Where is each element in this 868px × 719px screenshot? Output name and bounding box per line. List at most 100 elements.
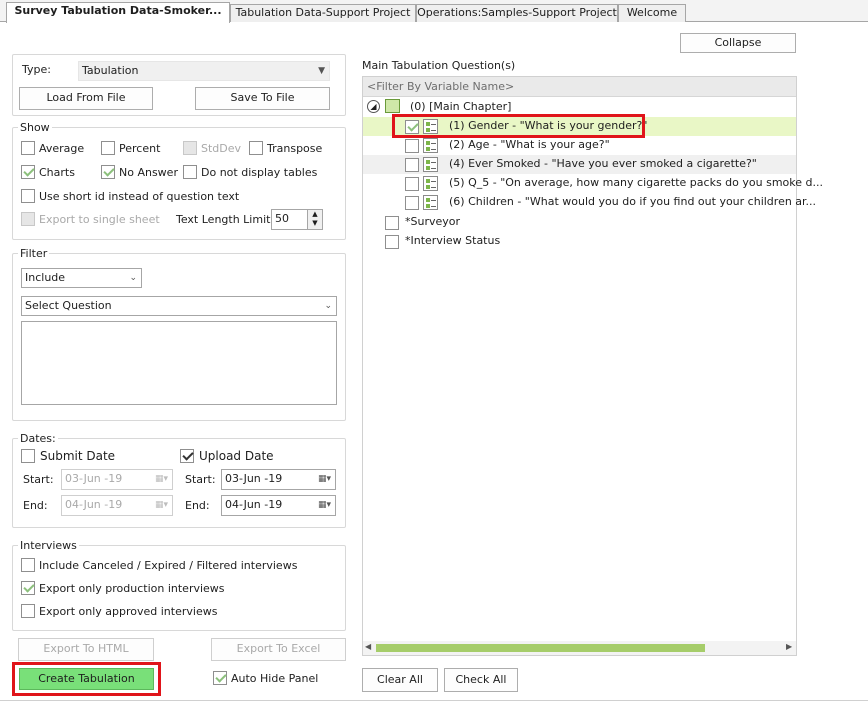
scroll-left-icon[interactable]: ◀ [365,642,371,651]
tree-row-q4[interactable]: (4) Ever Smoked - "Have you ever smoked … [363,155,796,174]
submit-end-value: 04-Jun -19 [65,498,123,511]
type-select[interactable]: Tabulation ▼ [78,61,330,81]
tab-label: Tabulation Data-Support Project [235,6,411,19]
q6-checkbox[interactable] [405,196,419,210]
interview-status-checkbox[interactable] [385,235,399,249]
filter-by-variable-input[interactable]: <Filter By Variable Name> [363,77,796,97]
type-value: Tabulation [82,64,139,77]
auto-hide-panel-checkbox[interactable] [213,671,227,685]
chevron-down-icon: ▼ [318,66,325,76]
average-label: Average [39,142,85,155]
scrollbar-thumb[interactable] [376,644,705,652]
q2-checkbox[interactable] [405,139,419,153]
upload-end-label: End: [185,499,210,512]
export-approved-checkbox[interactable] [21,604,35,618]
horizontal-scrollbar[interactable]: ◀ ▶ [363,641,796,655]
tab-survey-tabulation[interactable]: Survey Tabulation Data-Smoker... [6,2,230,23]
calendar-icon: ▦▾ [154,474,168,484]
upload-start-label: Start: [185,473,216,486]
upload-end-value: 04-Jun -19 [225,498,283,511]
no-answer-label: No Answer [119,166,178,179]
submit-start-value: 03-Jun -19 [65,472,123,485]
tree-row-interview-status[interactable]: *Interview Status [363,232,796,251]
interview-status-label: *Interview Status [405,234,501,247]
question-tree-panel: <Filter By Variable Name> ◢ (0) [Main Ch… [362,76,823,656]
stepper-up-icon[interactable]: ▲ [308,210,322,219]
tab-label: Welcome [626,6,678,19]
create-tabulation-button[interactable]: Create Tabulation [19,668,154,690]
transpose-checkbox[interactable] [249,141,263,155]
q5-checkbox[interactable] [405,177,419,191]
bottom-divider [0,700,868,701]
submit-start-date-picker[interactable]: 03-Jun -19 ▦▾ [61,469,173,490]
filter-mode-select[interactable]: Include ⌄ [21,268,142,288]
calendar-icon: ▦▾ [154,500,168,510]
auto-hide-panel-label: Auto Hide Panel [231,672,319,685]
text-length-stepper[interactable]: ▲ ▼ [307,209,323,230]
do-not-display-tables-checkbox[interactable] [183,165,197,179]
load-from-file-button[interactable]: Load From File [19,87,153,110]
interviews-group-title: Interviews [18,539,79,552]
export-single-sheet-checkbox[interactable] [21,212,35,226]
transpose-label: Transpose [267,142,323,155]
surveyor-checkbox[interactable] [385,216,399,230]
question-icon [423,157,438,172]
q4-checkbox[interactable] [405,158,419,172]
percent-checkbox[interactable] [101,141,115,155]
tab-operations-samples[interactable]: Operations:Samples-Support Project [416,4,618,22]
tab-welcome[interactable]: Welcome [618,4,686,22]
q6-label: (6) Children - "What would you do if you… [449,195,817,208]
check-all-button[interactable]: Check All [444,668,518,692]
upload-date-label: Upload Date [199,449,274,463]
q1-highlight [392,114,645,138]
stddev-checkbox[interactable] [183,141,197,155]
filter-list-box[interactable] [21,321,337,405]
clear-all-button[interactable]: Clear All [362,668,438,692]
average-checkbox[interactable] [21,141,35,155]
submit-date-label: Submit Date [40,449,116,463]
include-canceled-label: Include Canceled / Expired / Filtered in… [39,559,298,572]
export-to-excel-button[interactable]: Export To Excel [211,638,346,661]
text-length-limit-value: 50 [275,212,289,225]
q2-label: (2) Age - "What is your age?" [449,138,610,151]
upload-start-value: 03-Jun -19 [225,472,283,485]
text-length-limit-label: Text Length Limit [176,213,271,226]
tree-row-q5[interactable]: (5) Q_5 - "On average, how many cigarett… [363,174,823,193]
export-production-checkbox[interactable] [21,581,35,595]
submit-end-label: End: [23,499,48,512]
tree-row-q2[interactable]: (2) Age - "What is your age?" [363,136,796,155]
use-short-id-label: Use short id instead of question text [39,190,240,203]
filter-question-select[interactable]: Select Question ⌄ [21,296,337,316]
tree-row-q6[interactable]: (6) Children - "What would you do if you… [363,193,816,212]
q4-label: (4) Ever Smoked - "Have you ever smoked … [449,157,757,170]
use-short-id-checkbox[interactable] [21,189,35,203]
collapse-button[interactable]: Collapse [680,33,796,53]
question-icon [423,195,438,210]
include-canceled-checkbox[interactable] [21,558,35,572]
no-answer-checkbox[interactable] [101,165,115,179]
upload-start-date-picker[interactable]: 03-Jun -19 ▦▾ [221,469,336,490]
submit-end-date-picker[interactable]: 04-Jun -19 ▦▾ [61,495,173,516]
surveyor-label: *Surveyor [405,215,461,228]
stepper-down-icon[interactable]: ▼ [308,219,322,228]
export-to-html-button[interactable]: Export To HTML [18,638,154,661]
export-production-label: Export only production interviews [39,582,225,595]
stddev-label: StdDev [201,142,242,155]
scroll-right-icon[interactable]: ▶ [786,642,792,651]
chapter-icon [385,99,400,113]
charts-checkbox[interactable] [21,165,35,179]
tree-row-surveyor[interactable]: *Surveyor [363,213,796,232]
upload-date-checkbox[interactable] [180,449,194,463]
tab-label: Operations:Samples-Support Project [417,6,617,19]
tab-tabulation-support[interactable]: Tabulation Data-Support Project [230,4,416,22]
chapter-label: (0) [Main Chapter] [410,100,512,113]
calendar-icon: ▦▾ [317,474,331,484]
submit-date-checkbox[interactable] [21,449,35,463]
upload-end-date-picker[interactable]: 04-Jun -19 ▦▾ [221,495,336,516]
save-to-file-button[interactable]: Save To File [195,87,330,110]
dates-group-title: Dates: [18,432,58,445]
chevron-down-icon: ⌄ [324,301,332,311]
show-group-title: Show [18,121,52,134]
chevron-down-icon: ⌄ [129,273,137,283]
collapse-toggle-icon[interactable]: ◢ [367,100,380,113]
